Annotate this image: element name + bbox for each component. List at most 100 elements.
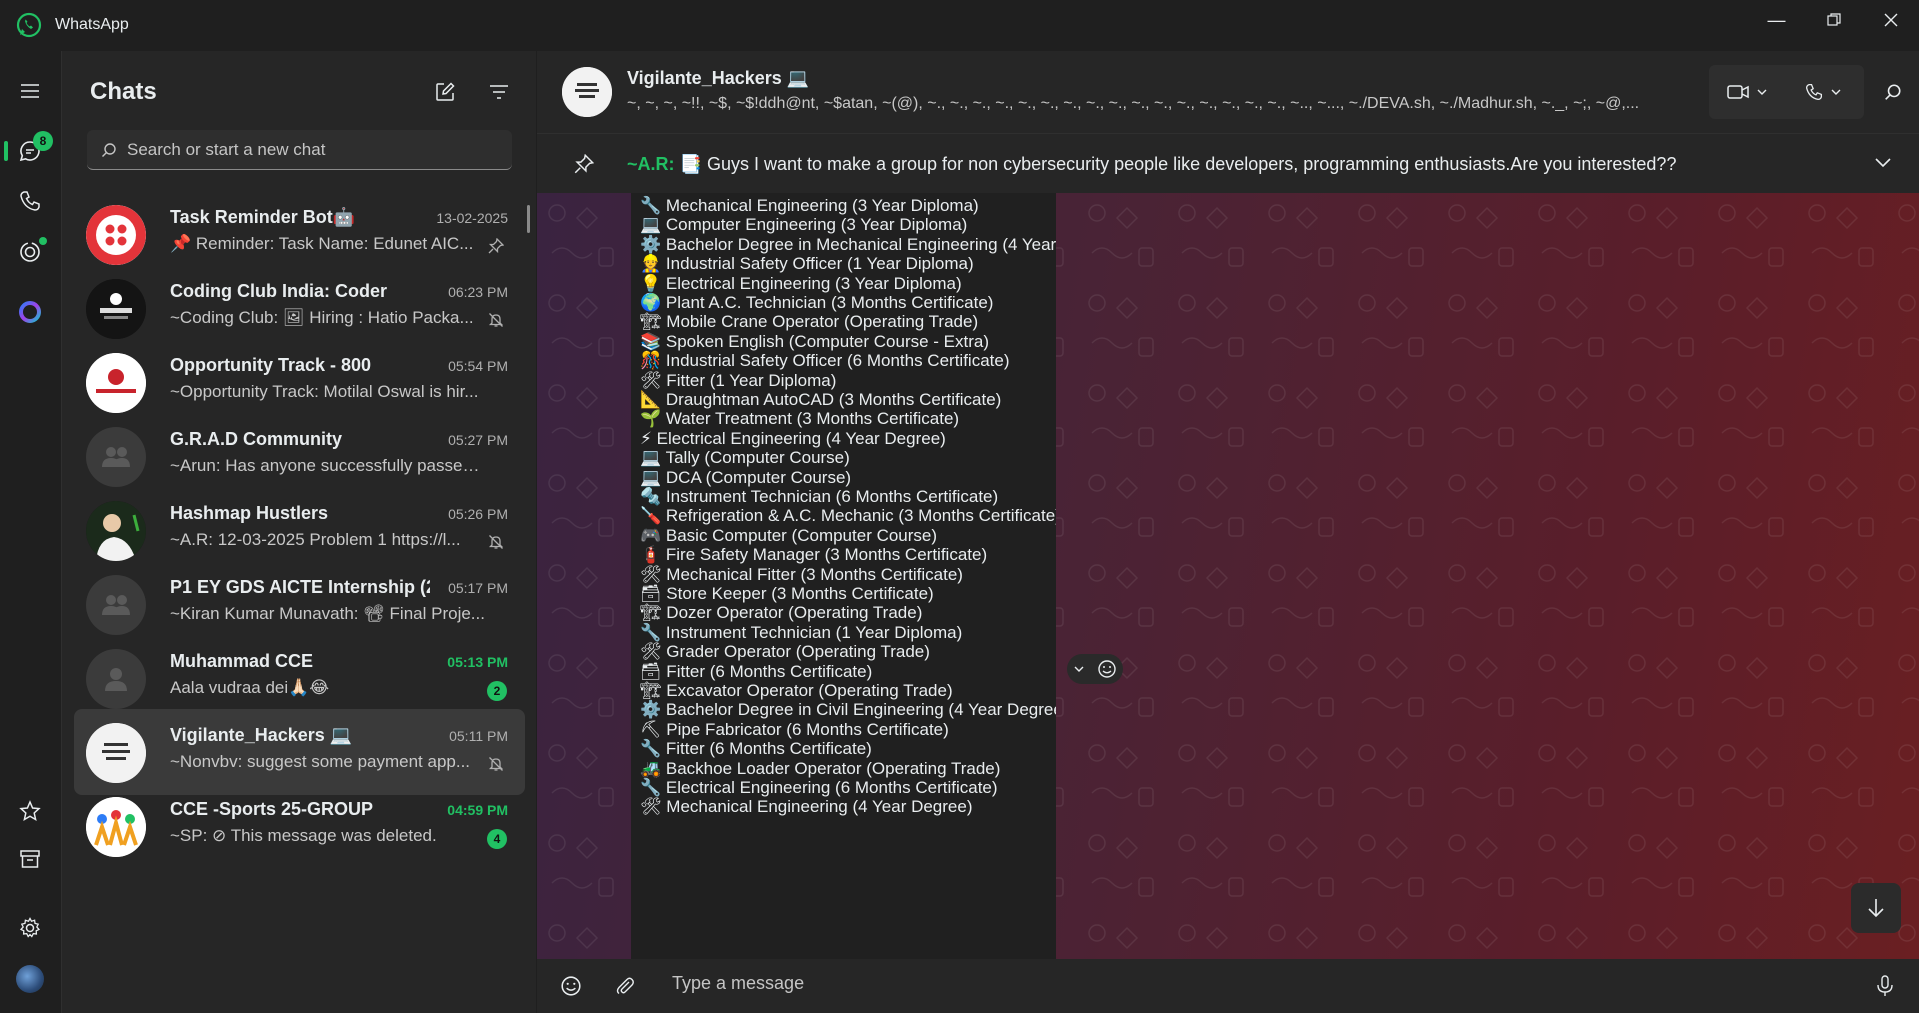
message-line: 📚 Spoken English (Computer Course - Extr… — [640, 331, 990, 351]
message-line: 💻 Computer Engineering (3 Year Diploma) — [640, 215, 968, 235]
pinned-sender: ~A.R: — [627, 154, 675, 174]
chat-time: 05:26 PM — [448, 506, 508, 522]
emoji-react-icon[interactable] — [1097, 659, 1117, 679]
message-actions — [1067, 654, 1123, 684]
pinned-message-bar[interactable]: ~A.R: 📑 Guys I want to make a group for … — [537, 133, 1919, 193]
search-input[interactable] — [127, 139, 487, 160]
message-line: 🗃 Fitter (6 Months Certificate) — [640, 661, 873, 681]
chat-item-cce-sports[interactable]: CCE -Sports 25-GROUP 04:59 PM ~SP: ⊘ Thi… — [74, 783, 525, 869]
message-line: ⛏ Pipe Fabricator (6 Months Certificate) — [640, 719, 949, 739]
chat-list-panel: Chats Task Reminder Bot🤖 13-02-2025 📌 Re… — [61, 51, 536, 1013]
emoji-button[interactable] — [556, 971, 586, 1001]
voice-message-button[interactable] — [1870, 971, 1900, 1001]
chat-time: 05:17 PM — [448, 580, 508, 596]
chat-time: 06:23 PM — [448, 284, 508, 300]
message-composer — [537, 959, 1919, 1013]
chevron-down-icon[interactable] — [1875, 158, 1891, 168]
chevron-down-icon — [1757, 89, 1767, 95]
meta-ai-button[interactable] — [14, 296, 46, 328]
chat-preview: ~Coding Club: 🖼 Hiring : Hatio Packa... — [170, 308, 474, 327]
status-icon — [20, 242, 40, 262]
message-bubble[interactable]: 🔧 Mechanical Engineering (3 Year Diploma… — [631, 193, 1056, 959]
title-bar: WhatsApp — — [0, 0, 1919, 51]
search-icon — [102, 142, 116, 157]
message-line: 🏗 Excavator Operator (Operating Trade) — [640, 681, 953, 700]
chat-preview: ~SP: ⊘ This message was deleted. — [170, 826, 437, 845]
chat-name: Opportunity Track - 800 — [170, 355, 372, 375]
message-line: 💻 Tally (Computer Course) — [640, 448, 850, 468]
filter-icon — [490, 85, 508, 99]
message-line: 🔧 Instrument Technician (1 Year Diploma) — [640, 622, 963, 642]
chat-time: 04:59 PM — [447, 802, 508, 818]
call-buttons-group — [1709, 65, 1864, 119]
filter-button[interactable] — [484, 77, 514, 107]
chevron-down-icon[interactable] — [1074, 665, 1084, 673]
muted-bell-icon — [488, 535, 504, 549]
chat-preview: ~Opportunity Track: Motilal Oswal is hir… — [170, 382, 479, 401]
chat-time: 05:27 PM — [448, 432, 508, 448]
chat-preview: ~Arun: Has anyone successfully passed... — [170, 456, 485, 475]
archive-icon — [20, 850, 40, 868]
settings-button[interactable] — [14, 912, 46, 944]
attach-button[interactable] — [610, 971, 640, 1001]
new-chat-icon — [436, 82, 455, 101]
message-line: ⚙️ Bachelor Degree in Mechanical Enginee… — [640, 234, 1056, 254]
archived-button[interactable] — [14, 843, 46, 875]
navigation-rail: 8 — [0, 51, 61, 1013]
profile-button[interactable] — [14, 963, 46, 995]
muted-bell-icon — [488, 313, 504, 327]
group-members-list: ~, ~, ~, ~!!, ~$, ~$!ddh@nt, ~$atan, ~(@… — [627, 95, 1640, 112]
avatar — [86, 649, 146, 709]
video-call-button[interactable] — [1709, 65, 1785, 119]
paperclip-icon — [616, 977, 634, 995]
message-line: 🎮 Basic Computer (Computer Course) — [640, 525, 938, 545]
chat-time: 05:13 PM — [447, 654, 508, 670]
conversation-header[interactable]: Vigilante_Hackers 💻 ~, ~, ~, ~!!, ~$, ~$… — [537, 51, 1919, 133]
chats-heading: Chats — [90, 78, 157, 105]
message-line: 🛠 Fitter (1 Year Diploma) — [640, 370, 837, 390]
message-line: 🔧 Fitter (6 Months Certificate) — [640, 739, 872, 759]
avatar — [86, 575, 146, 635]
calls-icon — [20, 191, 40, 211]
message-input[interactable] — [672, 973, 1772, 994]
search-in-chat-button[interactable] — [1880, 79, 1906, 105]
chat-list-scrollbar[interactable] — [527, 205, 530, 233]
message-line: 🌍 Plant A.C. Technician (3 Months Certif… — [640, 293, 994, 312]
chat-time: 05:54 PM — [448, 358, 508, 374]
calls-button[interactable] — [14, 185, 46, 217]
search-box[interactable] — [87, 130, 512, 170]
chat-name: CCE -Sports 25-GROUP — [170, 799, 374, 819]
message-line: 🪛 Refrigeration & A.C. Mechanic (3 Month… — [640, 506, 1056, 526]
microphone-icon — [1877, 975, 1893, 996]
message-line: 🔧 Electrical Engineering (6 Months Certi… — [640, 778, 998, 797]
profile-avatar — [16, 965, 44, 993]
chat-name: Hashmap Hustlers — [170, 503, 329, 523]
active-indicator — [4, 141, 8, 161]
close-icon — [1884, 13, 1897, 27]
menu-button[interactable] — [14, 75, 46, 107]
message-line: 🗃 Store Keeper (3 Months Certificate) — [640, 584, 934, 603]
message-line: 💡 Electrical Engineering (3 Year Diploma… — [640, 273, 962, 293]
menu-icon — [21, 84, 39, 98]
pinned-message: ~A.R: 📑 Guys I want to make a group for … — [627, 154, 1676, 175]
meta-ai-icon — [19, 301, 41, 323]
voice-call-button[interactable] — [1785, 65, 1861, 119]
starred-button[interactable] — [14, 795, 46, 827]
chat-name: Task Reminder Bot🤖 — [170, 207, 356, 227]
message-line: 🏗 Mobile Crane Operator (Operating Trade… — [640, 312, 979, 332]
message-line: 🔧 Mechanical Engineering (3 Year Diploma… — [640, 196, 979, 215]
group-avatar[interactable] — [562, 67, 612, 117]
status-new-dot — [39, 237, 47, 245]
pin-icon — [574, 154, 594, 174]
restore-icon — [1826, 13, 1841, 26]
message-line: 🎊 Industrial Safety Officer (6 Months Ce… — [640, 351, 1010, 371]
new-chat-button[interactable] — [430, 77, 460, 107]
message-line: 🔩 Instrument Technician (6 Months Certif… — [640, 487, 999, 506]
restore-button[interactable] — [1805, 0, 1862, 40]
avatar — [86, 723, 146, 783]
close-button[interactable] — [1862, 0, 1919, 40]
avatar — [86, 797, 146, 857]
message-line: 🏗 Dozer Operator (Operating Trade) — [640, 603, 923, 623]
scroll-to-bottom-button[interactable] — [1851, 883, 1901, 933]
minimize-button[interactable]: — — [1748, 0, 1805, 40]
